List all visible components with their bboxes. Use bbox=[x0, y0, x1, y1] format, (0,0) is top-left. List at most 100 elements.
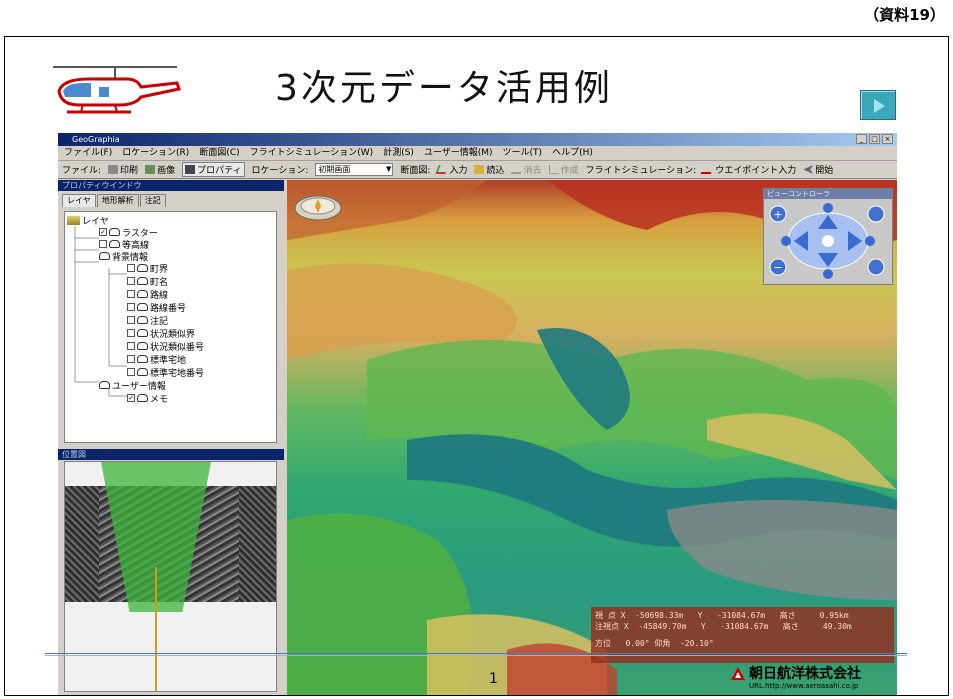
layer-icon bbox=[109, 240, 120, 248]
section-label: 断面図: bbox=[400, 166, 431, 176]
standard-land-checkbox[interactable] bbox=[127, 355, 135, 363]
next-slide-button[interactable] bbox=[860, 90, 896, 120]
tab-annotation[interactable]: 注記 bbox=[139, 194, 166, 207]
tree-item-town-name[interactable]: 町名 bbox=[127, 275, 169, 288]
flight-start-button[interactable]: 開始 bbox=[803, 163, 833, 176]
memo-checkbox[interactable]: ✓ bbox=[127, 394, 135, 402]
layer-icon bbox=[137, 264, 148, 272]
svg-text:+: + bbox=[773, 208, 782, 221]
svg-text:−: − bbox=[773, 261, 782, 274]
tree-item-town-boundary[interactable]: 町界 bbox=[127, 262, 169, 275]
minimize-button[interactable]: _ bbox=[856, 134, 867, 144]
menu-help[interactable]: ヘルプ(H) bbox=[552, 146, 593, 160]
contour-checkbox[interactable] bbox=[99, 240, 107, 248]
chart-icon bbox=[548, 165, 559, 174]
property-window-caption: プロパティウインドウ bbox=[58, 180, 284, 191]
user-info-label: ユーザー情報 bbox=[112, 381, 166, 392]
document-label: （資料19） bbox=[864, 6, 945, 24]
tree-item-background[interactable]: 背景情報 bbox=[99, 250, 148, 263]
tree-item-annotation[interactable]: 注記 bbox=[127, 314, 169, 327]
toolbar-file-label: ファイル: bbox=[62, 166, 102, 176]
section-input-button[interactable]: 入力 bbox=[435, 163, 467, 176]
tree-item-standard-land-number[interactable]: 標準宅地番号 bbox=[127, 366, 205, 379]
layer-icon bbox=[137, 355, 148, 363]
window-titlebar: GeoGraphia _ □ × bbox=[58, 133, 897, 146]
layer-icon bbox=[137, 329, 148, 337]
tree-item-user-info[interactable]: ユーザー情報 bbox=[99, 379, 166, 392]
terrain-3d-view[interactable]: ビューコントローラ + − 視 点 X -50698.33m Y -31084.… bbox=[287, 180, 897, 695]
print-button[interactable]: 印刷 bbox=[108, 163, 138, 176]
standard-land-number-label: 標準宅地番号 bbox=[150, 368, 205, 379]
tree-item-similar-boundary[interactable]: 状況類似界 bbox=[127, 327, 195, 340]
helicopter-logo bbox=[53, 66, 181, 114]
maximize-button[interactable]: □ bbox=[869, 134, 880, 144]
layer-tree: レイヤ ✓ ラスター 等高線 背景情報 町界 町名 路線 路線番号 注記 状況類… bbox=[64, 211, 277, 443]
annotation-checkbox[interactable] bbox=[127, 316, 135, 324]
menu-measure[interactable]: 計測(S) bbox=[383, 146, 414, 160]
layer-icon bbox=[109, 228, 120, 236]
menu-file[interactable]: ファイル(F) bbox=[64, 146, 112, 160]
location-map[interactable] bbox=[64, 461, 277, 692]
section-erase-button[interactable]: 消去 bbox=[511, 163, 542, 176]
tab-terrain-analysis[interactable]: 地形解析 bbox=[96, 194, 139, 207]
location-window-caption: 位置図 bbox=[58, 449, 284, 460]
property-button[interactable]: プロパティ bbox=[182, 162, 245, 177]
menu-bar: ファイル(F) ロケーション(R) 断面図(C) フライトシミュレーション(W)… bbox=[58, 146, 897, 161]
town-boundary-checkbox[interactable] bbox=[127, 264, 135, 272]
layer-icon bbox=[137, 394, 148, 402]
memo-label: メモ bbox=[150, 394, 169, 405]
menu-tools[interactable]: ツール(T) bbox=[503, 146, 543, 160]
tree-item-route[interactable]: 路線 bbox=[127, 288, 168, 301]
property-tabs: レイヤ 地形解析 注記 bbox=[58, 191, 284, 207]
waypoint-icon bbox=[700, 165, 716, 174]
town-name-checkbox[interactable] bbox=[127, 277, 135, 285]
tree-item-raster[interactable]: ✓ ラスター bbox=[99, 226, 158, 239]
tree-item-standard-land[interactable]: 標準宅地 bbox=[127, 353, 187, 366]
layers-icon bbox=[67, 215, 80, 225]
layer-icon bbox=[137, 342, 148, 350]
section-create-button[interactable]: 作成 bbox=[548, 163, 579, 176]
image-button[interactable]: 画像 bbox=[145, 163, 175, 176]
tree-item-memo[interactable]: ✓ メモ bbox=[127, 392, 169, 405]
town-name-label: 町名 bbox=[150, 277, 169, 288]
layer-icon bbox=[137, 290, 148, 298]
similar-number-checkbox[interactable] bbox=[127, 342, 135, 350]
printer-icon bbox=[108, 165, 119, 174]
pen-icon bbox=[435, 165, 450, 174]
layer-icon bbox=[137, 368, 148, 376]
slide: 3次元データ活用例 GeoGraphia _ □ × ファイル(F) ロケーショ… bbox=[4, 36, 949, 696]
window-title: GeoGraphia bbox=[72, 135, 120, 144]
route-checkbox[interactable] bbox=[127, 290, 135, 298]
print-label: 印刷 bbox=[120, 166, 139, 176]
close-button[interactable]: × bbox=[882, 134, 893, 144]
left-pane: プロパティウインドウ レイヤ 地形解析 注記 レイヤ ✓ ラスター 等高線 背景… bbox=[58, 180, 284, 695]
waypoint-button[interactable]: ウエイポイント入力 bbox=[700, 163, 796, 176]
tree-root[interactable]: レイヤ bbox=[67, 214, 109, 227]
menu-user-info[interactable]: ユーザー情報(M) bbox=[424, 146, 493, 160]
tree-item-similar-number[interactable]: 状況類似番号 bbox=[127, 340, 204, 353]
tab-layer[interactable]: レイヤ bbox=[62, 194, 96, 207]
layer-icon bbox=[137, 316, 148, 324]
footer-divider-light bbox=[45, 655, 907, 656]
annotation-label: 注記 bbox=[150, 316, 169, 327]
tree-item-contour[interactable]: 等高線 bbox=[99, 238, 149, 251]
read-label: 読込 bbox=[486, 166, 505, 176]
standard-land-number-checkbox[interactable] bbox=[127, 368, 135, 376]
tree-item-route-number[interactable]: 路線番号 bbox=[127, 301, 186, 314]
footer-divider bbox=[45, 653, 907, 654]
compass-icon[interactable] bbox=[293, 192, 343, 222]
menu-section[interactable]: 断面図(C) bbox=[199, 146, 239, 160]
menu-flight-sim[interactable]: フライトシミュレーション(W) bbox=[250, 146, 374, 160]
menu-location[interactable]: ロケーション(R) bbox=[122, 146, 189, 160]
route-number-checkbox[interactable] bbox=[127, 303, 135, 311]
company-logo: 朝日航洋株式会社 bbox=[731, 663, 861, 683]
view-controller-pad[interactable]: + − bbox=[764, 199, 892, 285]
view-controller: ビューコントローラ + − bbox=[763, 188, 893, 285]
similar-boundary-checkbox[interactable] bbox=[127, 329, 135, 337]
group-icon bbox=[99, 252, 110, 260]
standard-land-label: 標準宅地 bbox=[150, 355, 187, 366]
location-select[interactable]: 初期画面 bbox=[315, 163, 394, 176]
raster-checkbox[interactable]: ✓ bbox=[99, 228, 107, 236]
town-boundary-label: 町界 bbox=[150, 264, 169, 275]
section-read-button[interactable]: 読込 bbox=[474, 163, 504, 176]
